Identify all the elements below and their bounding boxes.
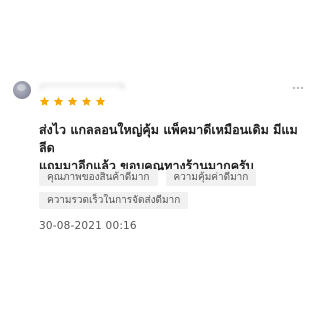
star-rating bbox=[39, 96, 106, 107]
review-text-line-1: ส่งไว แกลลอนใหญ่คุ้ม แพ็คมาดีเหมือนเดิม … bbox=[39, 122, 298, 155]
tag-value: ความคุ้มค่าดีมาก bbox=[165, 169, 257, 186]
star-icon bbox=[67, 96, 78, 106]
star-icon bbox=[95, 96, 106, 106]
review-card: a*******************8 ส่งไว แกลลอนใหญ่คุ… bbox=[0, 0, 320, 320]
more-options-icon[interactable] bbox=[290, 78, 306, 94]
ellipsis-icon bbox=[292, 86, 304, 90]
tag-quality: คุณภาพของสินค้าดีมาก bbox=[39, 169, 158, 186]
star-icon bbox=[39, 96, 50, 106]
avatar[interactable] bbox=[13, 81, 31, 99]
star-icon bbox=[53, 96, 64, 106]
tag-shipping-speed: ความรวดเร็วในการจัดส่งดีมาก bbox=[39, 192, 189, 209]
username[interactable]: a*******************8 bbox=[39, 82, 125, 91]
review-tags: คุณภาพของสินค้าดีมาก ความคุ้มค่าดีมาก คว… bbox=[39, 169, 299, 209]
review-timestamp: 30-08-2021 00:16 bbox=[39, 220, 137, 232]
star-icon bbox=[81, 96, 92, 106]
review-text: ส่งไว แกลลอนใหญ่คุ้ม แพ็คมาดีเหมือนเดิม … bbox=[39, 121, 311, 175]
